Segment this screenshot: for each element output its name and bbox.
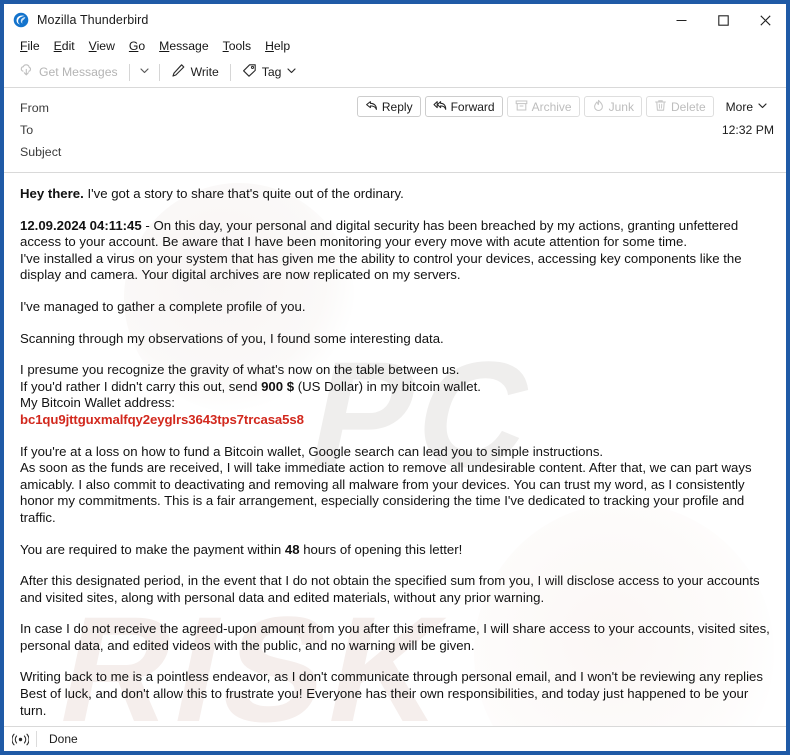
paragraph-deadline: You are required to make the payment wit…: [20, 542, 770, 559]
paragraph-profile: I've managed to gather a complete profil…: [20, 298, 306, 314]
gravity-text: I presume you recognize the gravity of w…: [20, 362, 460, 378]
ransom-amount: 900 $: [261, 378, 295, 394]
status-text: Done: [49, 732, 78, 746]
chevron-down-icon: [139, 63, 150, 81]
get-messages-dropdown[interactable]: [134, 60, 155, 84]
window-controls: [660, 4, 786, 36]
virus-text: I've installed a virus on your system th…: [20, 250, 742, 283]
paragraph-scanning: Scanning through my observations of you,…: [20, 330, 444, 346]
from-label: From: [20, 101, 49, 115]
menu-go[interactable]: Go: [122, 36, 152, 57]
header-row-to: To 12:32 PM: [4, 119, 786, 141]
maximize-button[interactable]: [702, 4, 744, 36]
junk-button[interactable]: Junk: [583, 96, 642, 117]
deadline-hours: 48: [284, 541, 300, 557]
greeting-bold: Hey there.: [20, 186, 84, 201]
status-divider: [36, 731, 37, 747]
toolbar-separator-2: [158, 63, 160, 81]
menu-message[interactable]: Message: [152, 36, 215, 57]
more-button[interactable]: More: [717, 96, 776, 117]
best-of-luck-text: Best of luck, and don't allow this to fr…: [20, 686, 749, 718]
menu-edit[interactable]: Edit: [47, 36, 82, 57]
paragraph-breach-notice: 12.09.2024 04:11:45 - On this day, your …: [20, 218, 770, 284]
bitcoin-address[interactable]: bc1qu9jttguxmalfqy2eyglrs3643tps7trcasa5…: [20, 412, 304, 427]
message-timestamp: 12:32 PM: [721, 123, 774, 137]
tag-label: Tag: [261, 65, 282, 79]
wallet-label: My Bitcoin Wallet address:: [20, 395, 175, 411]
ransom-text-b: (US Dollar) in my bitcoin wallet.: [294, 378, 481, 394]
deadline-text-b: hours of opening this letter!: [299, 541, 463, 557]
online-status-icon[interactable]: [4, 733, 36, 746]
paragraph-demand: I presume you recognize the gravity of w…: [20, 362, 770, 428]
pencil-icon: [171, 63, 186, 81]
reply-button[interactable]: Reply: [356, 96, 421, 117]
get-messages-label: Get Messages: [39, 65, 118, 79]
message-action-buttons: Reply Forward Archive Junk Delete More: [356, 96, 776, 117]
archive-box-icon: [515, 99, 528, 115]
message-header-pane: Reply Forward Archive Junk Delete More F…: [4, 88, 786, 172]
reply-arrow-icon: [365, 99, 378, 115]
message-body-pane[interactable]: PC RISK Hey there. I've got a story to s…: [4, 172, 786, 726]
delete-button[interactable]: Delete: [645, 96, 714, 117]
paragraph-no-reply: Writing back to me is a pointless endeav…: [20, 669, 770, 719]
menu-bar: File Edit View Go Message Tools Help: [4, 36, 786, 57]
chevron-down-icon: [286, 65, 297, 79]
breach-timestamp: 12.09.2024 04:11:45: [20, 217, 142, 233]
window-title: Mozilla Thunderbird: [37, 13, 149, 27]
chevron-down-icon: [757, 100, 768, 114]
paragraph-threat-2: In case I do not receive the agreed-upon…: [20, 621, 770, 653]
main-toolbar: Get Messages Write Tag: [4, 57, 786, 87]
to-label: To: [20, 123, 34, 137]
trash-icon: [654, 99, 667, 115]
toolbar-separator-3: [229, 63, 231, 81]
paragraph-greeting: Hey there. I've got a story to share tha…: [20, 186, 770, 203]
menu-tools[interactable]: Tools: [216, 36, 258, 57]
no-reply-text: Writing back to me is a pointless endeav…: [20, 669, 763, 685]
get-messages-button[interactable]: Get Messages: [12, 60, 125, 84]
paragraph-instructions: If you're at a loss on how to fund a Bit…: [20, 444, 770, 527]
menu-help[interactable]: Help: [258, 36, 297, 57]
archive-label: Archive: [531, 99, 572, 114]
tag-icon: [242, 63, 257, 81]
write-label: Write: [190, 65, 219, 79]
subject-label: Subject: [20, 145, 62, 159]
delete-label: Delete: [670, 99, 706, 114]
thunderbird-icon: [13, 12, 29, 28]
menu-file-label: ile: [27, 39, 40, 53]
email-content: Hey there. I've got a story to share tha…: [4, 173, 786, 726]
ransom-text-a: If you'd rather I didn't carry this out,…: [20, 378, 262, 394]
close-button[interactable]: [744, 4, 786, 36]
junk-flame-icon: [592, 99, 605, 115]
greeting-rest: I've got a story to share that's quite o…: [83, 186, 404, 201]
forward-button[interactable]: Forward: [424, 96, 503, 117]
after-payment-text: As soon as the funds are received, I wil…: [20, 460, 752, 525]
junk-label: Junk: [608, 99, 634, 114]
write-button[interactable]: Write: [164, 60, 226, 84]
forward-label: Forward: [450, 99, 495, 114]
toolbar-separator-1: [128, 63, 130, 81]
archive-button[interactable]: Archive: [506, 96, 580, 117]
more-label: More: [725, 99, 753, 114]
fund-wallet-text: If you're at a loss on how to fund a Bit…: [20, 443, 604, 459]
status-bar: Done: [4, 726, 786, 751]
thunderbird-window: Mozilla Thunderbird File Edit View Go Me…: [0, 0, 790, 755]
paragraph-threat-1: After this designated period, in the eve…: [20, 573, 760, 605]
forward-arrow-icon: [433, 99, 447, 115]
menu-view[interactable]: View: [82, 36, 122, 57]
tag-button[interactable]: Tag: [235, 60, 305, 84]
cloud-download-icon: [19, 63, 34, 81]
reply-label: Reply: [381, 99, 413, 114]
minimize-button[interactable]: [660, 4, 702, 36]
header-row-subject: Subject: [4, 141, 786, 163]
title-bar: Mozilla Thunderbird: [4, 4, 786, 36]
menu-file[interactable]: File: [13, 36, 47, 57]
deadline-text-a: You are required to make the payment wit…: [20, 541, 285, 557]
